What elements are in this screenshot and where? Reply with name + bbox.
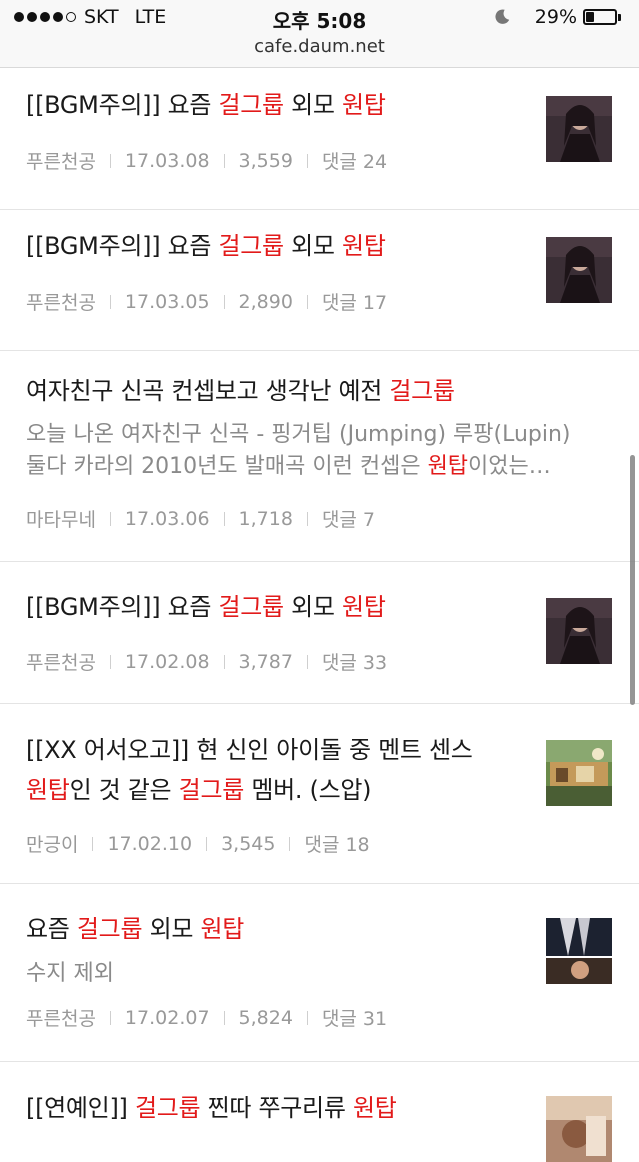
post-meta: 푸른천공 17.02.07 5,824 댓글 31 <box>26 1004 387 1031</box>
list-item[interactable]: 요즘 걸그룹 외모 원탑 수지 제외 푸른천공 17.02.07 5,824 댓… <box>0 884 639 1062</box>
post-meta: 푸른천공 17.02.08 3,787 댓글 33 <box>26 648 387 675</box>
post-thumbnail[interactable] <box>546 740 612 806</box>
post-comments: 댓글 33 <box>321 652 388 674</box>
post-views: 3,545 <box>221 832 276 855</box>
list-item[interactable]: [[BGM주의]] 요즘 걸그룹 외모 원탑 푸른천공 17.03.05 2,8… <box>0 210 639 351</box>
scrollbar[interactable] <box>630 455 635 705</box>
status-right: 29% <box>493 6 621 28</box>
post-thumbnail[interactable] <box>546 96 612 162</box>
post-description-line: 수지 제외 <box>26 961 114 986</box>
post-author: 푸른천공 <box>26 292 96 314</box>
battery-percent: 29% <box>534 6 577 28</box>
post-author: 만긍이 <box>26 834 79 856</box>
post-meta: 푸른천공 17.03.08 3,559 댓글 24 <box>26 147 387 174</box>
post-title[interactable]: [[XX 어서오고]] 현 신인 아이돌 중 멘트 센스 <box>26 732 473 768</box>
post-views: 1,718 <box>238 507 293 530</box>
post-title[interactable]: [[BGM주의]] 요즘 걸그룹 외모 원탑 <box>26 228 386 264</box>
post-views: 5,824 <box>238 1006 293 1029</box>
list-item[interactable]: 여자친구 신곡 컨셉보고 생각난 예전 걸그룹 오늘 나온 여자친구 신곡 - … <box>0 351 639 562</box>
post-date: 17.02.07 <box>124 1006 210 1029</box>
post-author: 마타무네 <box>26 509 96 531</box>
list-item[interactable]: [[BGM주의]] 요즘 걸그룹 외모 원탑 푸른천공 17.03.08 3,5… <box>0 69 639 210</box>
post-author: 푸른천공 <box>26 1008 96 1030</box>
post-date: 17.03.06 <box>124 507 210 530</box>
post-comments: 댓글 7 <box>321 509 376 531</box>
post-title-line2[interactable]: 원탑인 것 같은 걸그룹 멤버. (스압) <box>26 772 372 808</box>
post-date: 17.03.05 <box>124 290 210 313</box>
post-title[interactable]: [[BGM주의]] 요즘 걸그룹 외모 원탑 <box>26 589 386 625</box>
post-thumbnail[interactable] <box>546 1096 612 1162</box>
battery-icon <box>583 9 617 25</box>
post-description-line: 오늘 나온 여자친구 신곡 - 핑거팁 (Jumping) 루팡(Lupin) <box>26 422 571 447</box>
post-date: 17.02.08 <box>124 650 210 673</box>
list-item[interactable]: [[XX 어서오고]] 현 신인 아이돌 중 멘트 센스 원탑인 것 같은 걸그… <box>0 704 639 884</box>
post-comments: 댓글 17 <box>321 292 388 314</box>
post-meta: 푸른천공 17.03.05 2,890 댓글 17 <box>26 288 387 315</box>
post-comments: 댓글 18 <box>304 834 370 856</box>
post-views: 3,787 <box>238 650 293 673</box>
list-item[interactable]: [[연예인]] 걸그룹 찐따 쭈구리류 원탑 <box>0 1062 639 1162</box>
post-list: [[BGM주의]] 요즘 걸그룹 외모 원탑 푸른천공 17.03.08 3,5… <box>0 69 639 1162</box>
status-bar: SKT LTE 오후 5:08 29% cafe.daum.net <box>0 0 639 68</box>
moon-icon <box>495 9 509 24</box>
post-description-line: 둘다 카라의 2010년도 발매곡 이런 컨셉은 원탑이었는… <box>26 454 551 479</box>
post-title[interactable]: 여자친구 신곡 컨셉보고 생각난 예전 걸그룹 <box>26 373 455 409</box>
post-comments: 댓글 24 <box>321 151 388 173</box>
post-views: 2,890 <box>238 290 293 313</box>
post-meta: 마타무네 17.03.06 1,718 댓글 7 <box>26 505 375 532</box>
post-title[interactable]: [[BGM주의]] 요즘 걸그룹 외모 원탑 <box>26 87 386 123</box>
post-author: 푸른천공 <box>26 652 96 674</box>
post-date: 17.02.10 <box>107 832 193 855</box>
post-title[interactable]: [[연예인]] 걸그룹 찐따 쭈구리류 원탑 <box>26 1090 397 1126</box>
post-comments: 댓글 31 <box>321 1008 388 1030</box>
post-thumbnail[interactable] <box>546 237 612 303</box>
post-meta: 만긍이 17.02.10 3,545 댓글 18 <box>26 830 370 857</box>
post-thumbnail[interactable] <box>546 598 612 664</box>
post-date: 17.03.08 <box>124 149 210 172</box>
post-author: 푸른천공 <box>26 151 96 173</box>
post-title[interactable]: 요즘 걸그룹 외모 원탑 <box>26 911 244 947</box>
url-bar[interactable]: cafe.daum.net <box>0 36 639 57</box>
list-item[interactable]: [[BGM주의]] 요즘 걸그룹 외모 원탑 푸른천공 17.02.08 3,7… <box>0 562 639 704</box>
post-views: 3,559 <box>238 149 293 172</box>
post-thumbnail[interactable] <box>546 918 612 984</box>
